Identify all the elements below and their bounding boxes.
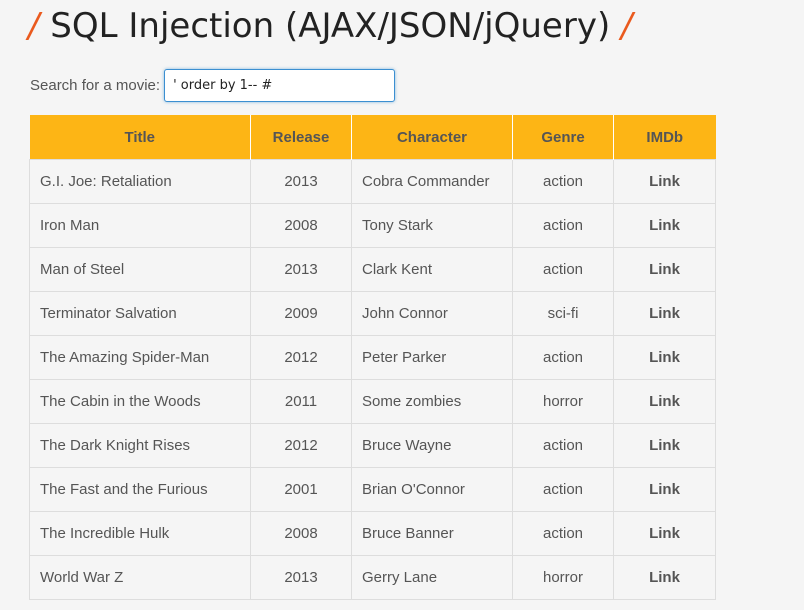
table-row: Iron Man 2008 Tony Stark action Link: [29, 203, 716, 248]
cell-genre: action: [512, 335, 614, 380]
cell-character: Brian O'Connor: [351, 467, 513, 512]
cell-title: G.I. Joe: Retaliation: [29, 159, 251, 204]
imdb-link[interactable]: Link: [649, 349, 680, 366]
cell-title: The Amazing Spider-Man: [29, 335, 251, 380]
search-label: Search for a movie:: [30, 77, 161, 94]
imdb-link[interactable]: Link: [649, 525, 680, 542]
cell-genre: action: [512, 511, 614, 556]
imdb-link[interactable]: Link: [649, 217, 680, 234]
cell-title: The Fast and the Furious: [29, 467, 251, 512]
cell-character: Clark Kent: [351, 247, 513, 292]
cell-imdb: Link: [613, 379, 716, 424]
header-imdb: IMDb: [613, 115, 716, 160]
cell-title: The Dark Knight Rises: [29, 423, 251, 468]
cell-genre: action: [512, 247, 614, 292]
cell-title: The Incredible Hulk: [29, 511, 251, 556]
imdb-link[interactable]: Link: [649, 261, 680, 278]
cell-imdb: Link: [613, 291, 716, 336]
imdb-link[interactable]: Link: [649, 393, 680, 410]
cell-release: 2008: [250, 511, 352, 556]
cell-imdb: Link: [613, 555, 716, 600]
cell-genre: horror: [512, 379, 614, 424]
page-title: / SQL Injection (AJAX/JSON/jQuery) /: [28, 2, 632, 50]
cell-title: Terminator Salvation: [29, 291, 251, 336]
header-character: Character: [351, 115, 513, 160]
cell-release: 2012: [250, 335, 352, 380]
table-row: Man of Steel 2013 Clark Kent action Link: [29, 247, 716, 292]
imdb-link[interactable]: Link: [649, 481, 680, 498]
table-row: The Cabin in the Woods 2011 Some zombies ho…: [29, 379, 716, 424]
cell-character: Some zombies: [351, 379, 513, 424]
title-slash-left: /: [28, 6, 40, 46]
cell-release: 2001: [250, 467, 352, 512]
cell-imdb: Link: [613, 423, 716, 468]
cell-release: 2013: [250, 555, 352, 600]
imdb-link[interactable]: Link: [649, 173, 680, 190]
cell-imdb: Link: [613, 511, 716, 556]
cell-character: Cobra Commander: [351, 159, 513, 204]
cell-genre: action: [512, 467, 614, 512]
table-row: The Fast and the Furious 2001 Brian O'Conn…: [29, 467, 716, 512]
header-title: Title: [29, 115, 251, 160]
cell-character: John Connor: [351, 291, 513, 336]
imdb-link[interactable]: Link: [649, 305, 680, 322]
search-form: Search for a movie:: [30, 69, 396, 102]
cell-release: 2011: [250, 379, 352, 424]
table-body: G.I. Joe: Retaliation 2013 Cobra Commander…: [29, 159, 716, 600]
cell-title: World War Z: [29, 555, 251, 600]
cell-release: 2008: [250, 203, 352, 248]
cell-imdb: Link: [613, 335, 716, 380]
cell-title: Iron Man: [29, 203, 251, 248]
cell-character: Tony Stark: [351, 203, 513, 248]
header-genre: Genre: [512, 115, 614, 160]
movies-table: Title Release Character Genre IMDb G.I. …: [29, 115, 716, 600]
table-row: The Incredible Hulk 2008 Bruce Banner actio…: [29, 511, 716, 556]
cell-release: 2009: [250, 291, 352, 336]
imdb-link[interactable]: Link: [649, 569, 680, 586]
cell-imdb: Link: [613, 159, 716, 204]
table-row: World War Z 2013 Gerry Lane horror Link: [29, 555, 716, 600]
cell-imdb: Link: [613, 203, 716, 248]
table-header-row: Title Release Character Genre IMDb: [29, 115, 716, 160]
cell-genre: action: [512, 159, 614, 204]
cell-title: The Cabin in the Woods: [29, 379, 251, 424]
imdb-link[interactable]: Link: [649, 437, 680, 454]
cell-release: 2013: [250, 247, 352, 292]
table-row: The Dark Knight Rises 2012 Bruce Wayne acti…: [29, 423, 716, 468]
header-release: Release: [250, 115, 352, 160]
cell-genre: action: [512, 423, 614, 468]
table-row: G.I. Joe: Retaliation 2013 Cobra Commander…: [29, 159, 716, 204]
title-slash-right: /: [621, 6, 633, 46]
cell-character: Peter Parker: [351, 335, 513, 380]
cell-genre: sci-fi: [512, 291, 614, 336]
cell-character: Gerry Lane: [351, 555, 513, 600]
cell-character: Bruce Wayne: [351, 423, 513, 468]
cell-imdb: Link: [613, 467, 716, 512]
title-text: SQL Injection (AJAX/JSON/jQuery): [50, 6, 611, 46]
cell-release: 2012: [250, 423, 352, 468]
cell-genre: horror: [512, 555, 614, 600]
cell-title: Man of Steel: [29, 247, 251, 292]
search-input[interactable]: [164, 69, 396, 102]
cell-release: 2013: [250, 159, 352, 204]
cell-character: Bruce Banner: [351, 511, 513, 556]
table-row: The Amazing Spider-Man 2012 Peter Parker ac…: [29, 335, 716, 380]
cell-imdb: Link: [613, 247, 716, 292]
cell-genre: action: [512, 203, 614, 248]
table-row: Terminator Salvation 2009 John Connor sci-f…: [29, 291, 716, 336]
